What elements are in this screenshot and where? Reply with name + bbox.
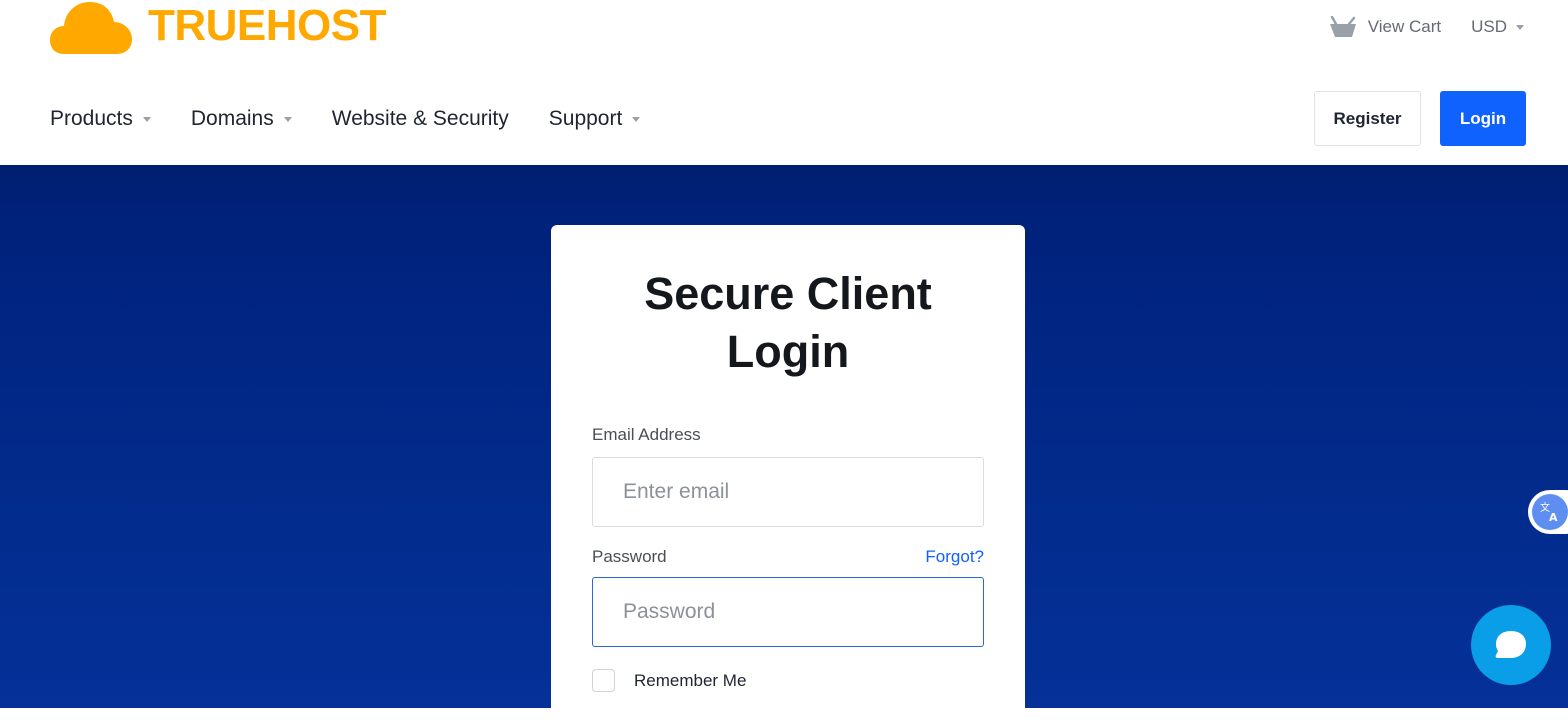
currency-label: USD xyxy=(1471,17,1507,36)
site-header: TRUEHOST View Cart USD Products Domains … xyxy=(0,0,1568,165)
remember-me-option[interactable]: Remember Me xyxy=(592,669,746,692)
chevron-down-icon xyxy=(632,117,641,122)
nav-item-products[interactable]: Products xyxy=(50,107,151,131)
svg-text:A: A xyxy=(1549,511,1558,524)
translate-widget[interactable]: 文 A xyxy=(1528,490,1568,534)
truehost-logo[interactable]: TRUEHOST xyxy=(50,0,387,54)
chat-icon xyxy=(1495,631,1526,658)
header-login-button[interactable]: Login xyxy=(1440,91,1526,146)
email-label: Email Address xyxy=(592,425,701,444)
page-title: Secure Client Login xyxy=(644,268,932,377)
top-utility-bar: View Cart USD xyxy=(1329,14,1524,40)
remember-me-label: Remember Me xyxy=(634,670,747,690)
currency-selector[interactable]: USD xyxy=(1471,17,1524,37)
basket-icon xyxy=(1329,16,1356,37)
forgot-password-link[interactable]: Forgot? xyxy=(925,547,984,567)
remember-me-checkbox[interactable] xyxy=(592,669,615,692)
nav-item-label: Products xyxy=(50,107,133,130)
nav-item-support[interactable]: Support xyxy=(549,107,641,131)
view-cart-link[interactable]: View Cart xyxy=(1329,16,1442,38)
register-button[interactable]: Register xyxy=(1314,91,1421,146)
nav-item-label: Domains xyxy=(190,107,274,130)
password-field[interactable] xyxy=(592,577,984,647)
view-cart-label: View Cart xyxy=(1367,17,1442,36)
main-navigation: Products Domains Website & Security Supp… xyxy=(50,100,680,138)
brand-name: TRUEHOST xyxy=(148,1,387,50)
nav-item-label: Support xyxy=(548,107,623,130)
email-field[interactable] xyxy=(592,457,984,527)
nav-item-website-security[interactable]: Website & Security xyxy=(332,107,509,131)
chat-widget-button[interactable] xyxy=(1471,605,1551,685)
nav-item-domains[interactable]: Domains xyxy=(191,107,292,131)
chevron-down-icon xyxy=(142,117,151,122)
cloud-logo-icon xyxy=(50,2,132,54)
password-label: Password xyxy=(592,547,667,566)
translate-icon: 文 A xyxy=(1532,494,1568,530)
chevron-down-icon xyxy=(1516,24,1524,30)
nav-item-label: Website & Security xyxy=(331,107,509,130)
chevron-down-icon xyxy=(283,117,292,122)
login-card: Secure Client Login Email Address Passwo… xyxy=(551,225,1025,725)
